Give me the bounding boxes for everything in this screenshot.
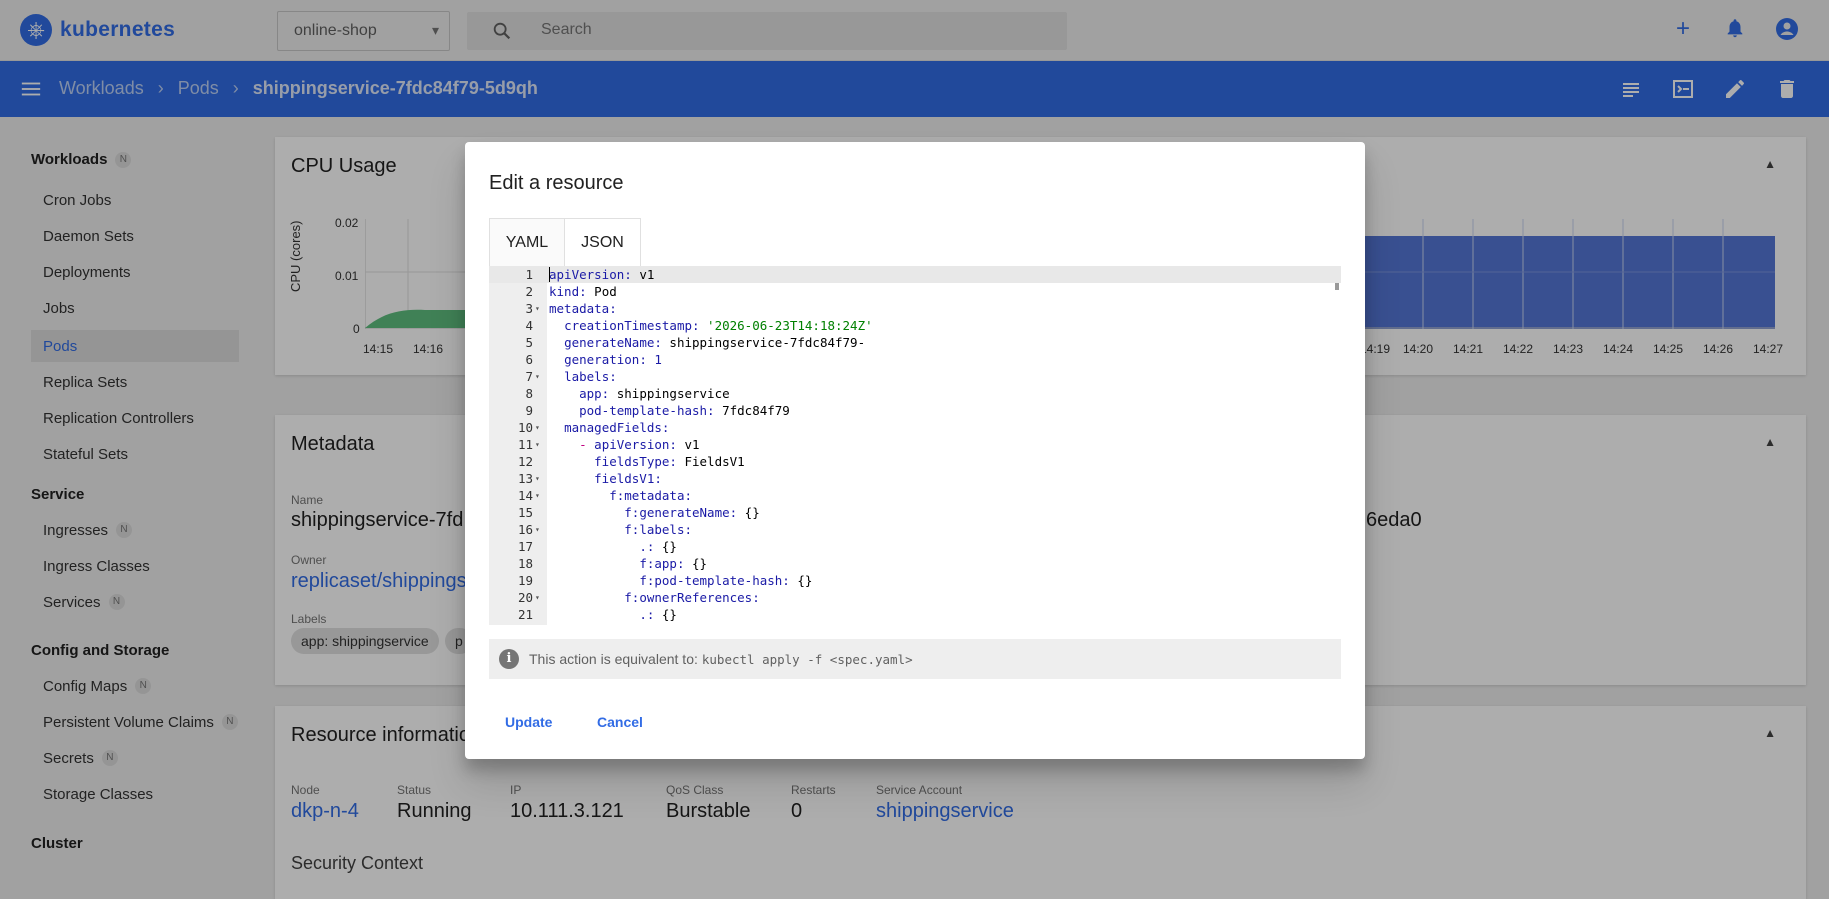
code-line[interactable]: 4 creationTimestamp: '2026-06-23T14:18:2…: [489, 317, 1341, 334]
code-line[interactable]: 2 kind: Pod: [489, 283, 1341, 300]
fold-toggle-icon[interactable]: ▾: [535, 368, 540, 385]
line-number: 13: [517, 471, 533, 486]
code-text: fieldsV1:: [594, 471, 662, 486]
line-number: 20: [517, 590, 533, 605]
code-line[interactable]: 7 ▾ labels:: [489, 368, 1341, 385]
info-icon: i: [499, 649, 519, 669]
edit-resource-dialog: Edit a resource YAML JSON 1 apiVersion: v…: [465, 142, 1365, 759]
code-line[interactable]: 15 f:generateName: {}: [489, 504, 1341, 521]
update-button[interactable]: Update: [505, 714, 552, 730]
code-line[interactable]: 11 ▾ - apiVersion: v1: [489, 436, 1341, 453]
line-number: 4: [525, 318, 533, 333]
line-number: 9: [525, 403, 533, 418]
code-line[interactable]: 1 apiVersion: v1: [489, 266, 1341, 283]
line-number: 11: [517, 437, 533, 452]
code-line[interactable]: 14 ▾ f:metadata:: [489, 487, 1341, 504]
code-text: generateName: shippingservice-7fdc84f79-: [564, 335, 866, 350]
line-number: 10: [517, 420, 533, 435]
line-number: 7: [525, 369, 533, 384]
code-text: app: shippingservice: [579, 386, 730, 401]
fold-toggle-icon[interactable]: ▾: [535, 300, 540, 317]
fold-toggle-icon[interactable]: ▾: [535, 419, 540, 436]
code-line[interactable]: 16 ▾ f:labels:: [489, 521, 1341, 538]
code-text: f:metadata:: [609, 488, 693, 503]
line-number: 19: [517, 573, 533, 588]
fold-toggle-icon[interactable]: ▾: [535, 470, 540, 487]
line-number: 6: [525, 352, 533, 367]
info-text: This action is equivalent to:: [529, 651, 698, 667]
code-editor[interactable]: 1 apiVersion: v1 2 kind: Pod 3 ▾ metadata: 4 cr…: [489, 266, 1341, 625]
line-number: 2: [525, 284, 533, 299]
code-text: creationTimestamp: '2026-06-23T14:18:24Z…: [564, 318, 873, 333]
code-text: generation: 1: [564, 352, 662, 367]
code-text: apiVersion: v1: [549, 266, 655, 283]
code-line[interactable]: 21 .: {}: [489, 606, 1341, 623]
fold-toggle-icon[interactable]: ▾: [535, 436, 540, 453]
dialog-title: Edit a resource: [489, 172, 624, 194]
code-text: pod-template-hash: 7fdc84f79: [579, 403, 790, 418]
format-tabs: YAML JSON: [489, 218, 641, 267]
line-number: 12: [517, 454, 533, 469]
line-number: 18: [517, 556, 533, 571]
code-text: f:generateName: {}: [624, 505, 760, 520]
fold-toggle-icon[interactable]: ▾: [535, 487, 540, 504]
code-text: f:labels:: [624, 522, 692, 537]
code-text: metadata:: [549, 301, 617, 316]
line-number: 15: [517, 505, 533, 520]
code-line[interactable]: 12 fieldsType: FieldsV1: [489, 453, 1341, 470]
tab-yaml[interactable]: YAML: [490, 219, 565, 267]
code-line[interactable]: 13 ▾ fieldsV1:: [489, 470, 1341, 487]
code-line[interactable]: 19 f:pod-template-hash: {}: [489, 572, 1341, 589]
code-text: .: {}: [639, 539, 677, 554]
line-number: 17: [517, 539, 533, 554]
line-number: 5: [525, 335, 533, 350]
code-text: labels:: [564, 369, 617, 384]
code-text: kind: Pod: [549, 284, 617, 299]
code-text: f:pod-template-hash: {}: [639, 573, 813, 588]
code-line[interactable]: 18 f:app: {}: [489, 555, 1341, 572]
code-text: - apiVersion: v1: [579, 437, 700, 452]
fold-toggle-icon[interactable]: ▾: [535, 589, 540, 606]
cancel-button[interactable]: Cancel: [597, 714, 643, 730]
line-number: 16: [517, 522, 533, 537]
line-number: 1: [525, 267, 533, 282]
code-line[interactable]: 5 generateName: shippingservice-7fdc84f7…: [489, 334, 1341, 351]
code-text: fieldsType: FieldsV1: [594, 454, 745, 469]
tab-json[interactable]: JSON: [565, 219, 640, 267]
code-line[interactable]: 6 generation: 1: [489, 351, 1341, 368]
code-line[interactable]: 8 app: shippingservice: [489, 385, 1341, 402]
text-cursor: [549, 267, 550, 282]
code-line[interactable]: 10 ▾ managedFields:: [489, 419, 1341, 436]
fold-toggle-icon[interactable]: ▾: [535, 521, 540, 538]
line-number: 14: [517, 488, 533, 503]
code-line[interactable]: 20 ▾ f:ownerReferences:: [489, 589, 1341, 606]
code-text: f:app: {}: [639, 556, 708, 571]
code-text: f:ownerReferences:: [624, 590, 760, 605]
code-text: .: {}: [639, 607, 677, 622]
info-command: kubectl apply -f <spec.yaml>: [701, 651, 913, 667]
code-line[interactable]: 3 ▾ metadata:: [489, 300, 1341, 317]
code-text: managedFields:: [564, 420, 670, 435]
line-number: 3: [525, 301, 533, 316]
code-line[interactable]: 17 .: {}: [489, 538, 1341, 555]
line-number: 8: [525, 386, 533, 401]
info-banner: i This action is equivalent to: kubectl …: [489, 639, 1341, 679]
line-number: 21: [517, 607, 533, 622]
code-line[interactable]: 9 pod-template-hash: 7fdc84f79: [489, 402, 1341, 419]
